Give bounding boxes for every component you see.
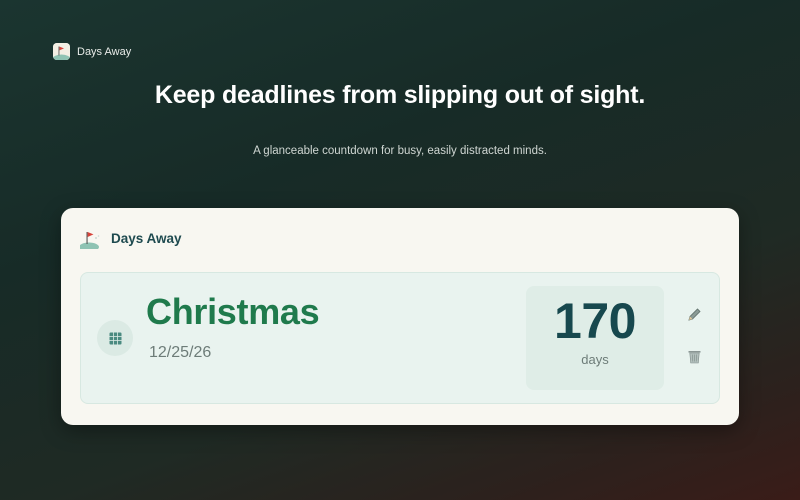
event-name: Christmas — [146, 291, 320, 332]
delete-button[interactable] — [681, 343, 707, 369]
days-remaining-box: 170 days — [526, 286, 664, 390]
edit-button[interactable] — [681, 301, 707, 327]
card-header: Days Away — [79, 227, 182, 252]
flag-on-hill-icon — [53, 43, 70, 60]
flag-on-hill-icon — [79, 227, 102, 252]
calendar-icon — [97, 320, 133, 356]
event-date: 12/25/26 — [149, 344, 212, 361]
countdown-card: Days Away Christmas 12/25/26 170 days — [61, 208, 739, 425]
app-header: Days Away — [53, 43, 131, 60]
days-remaining-unit: days — [581, 352, 609, 367]
headline: Keep deadlines from slipping out of sigh… — [154, 81, 646, 109]
subline: A glanceable countdown for busy, easily … — [253, 145, 547, 157]
pencil-icon — [687, 307, 701, 321]
card-title: Days Away — [111, 230, 182, 246]
trash-icon — [688, 350, 700, 363]
app-name: Days Away — [77, 45, 132, 58]
countdown-item[interactable]: Christmas 12/25/26 170 days — [80, 272, 720, 404]
days-remaining-count: 170 — [554, 293, 636, 349]
